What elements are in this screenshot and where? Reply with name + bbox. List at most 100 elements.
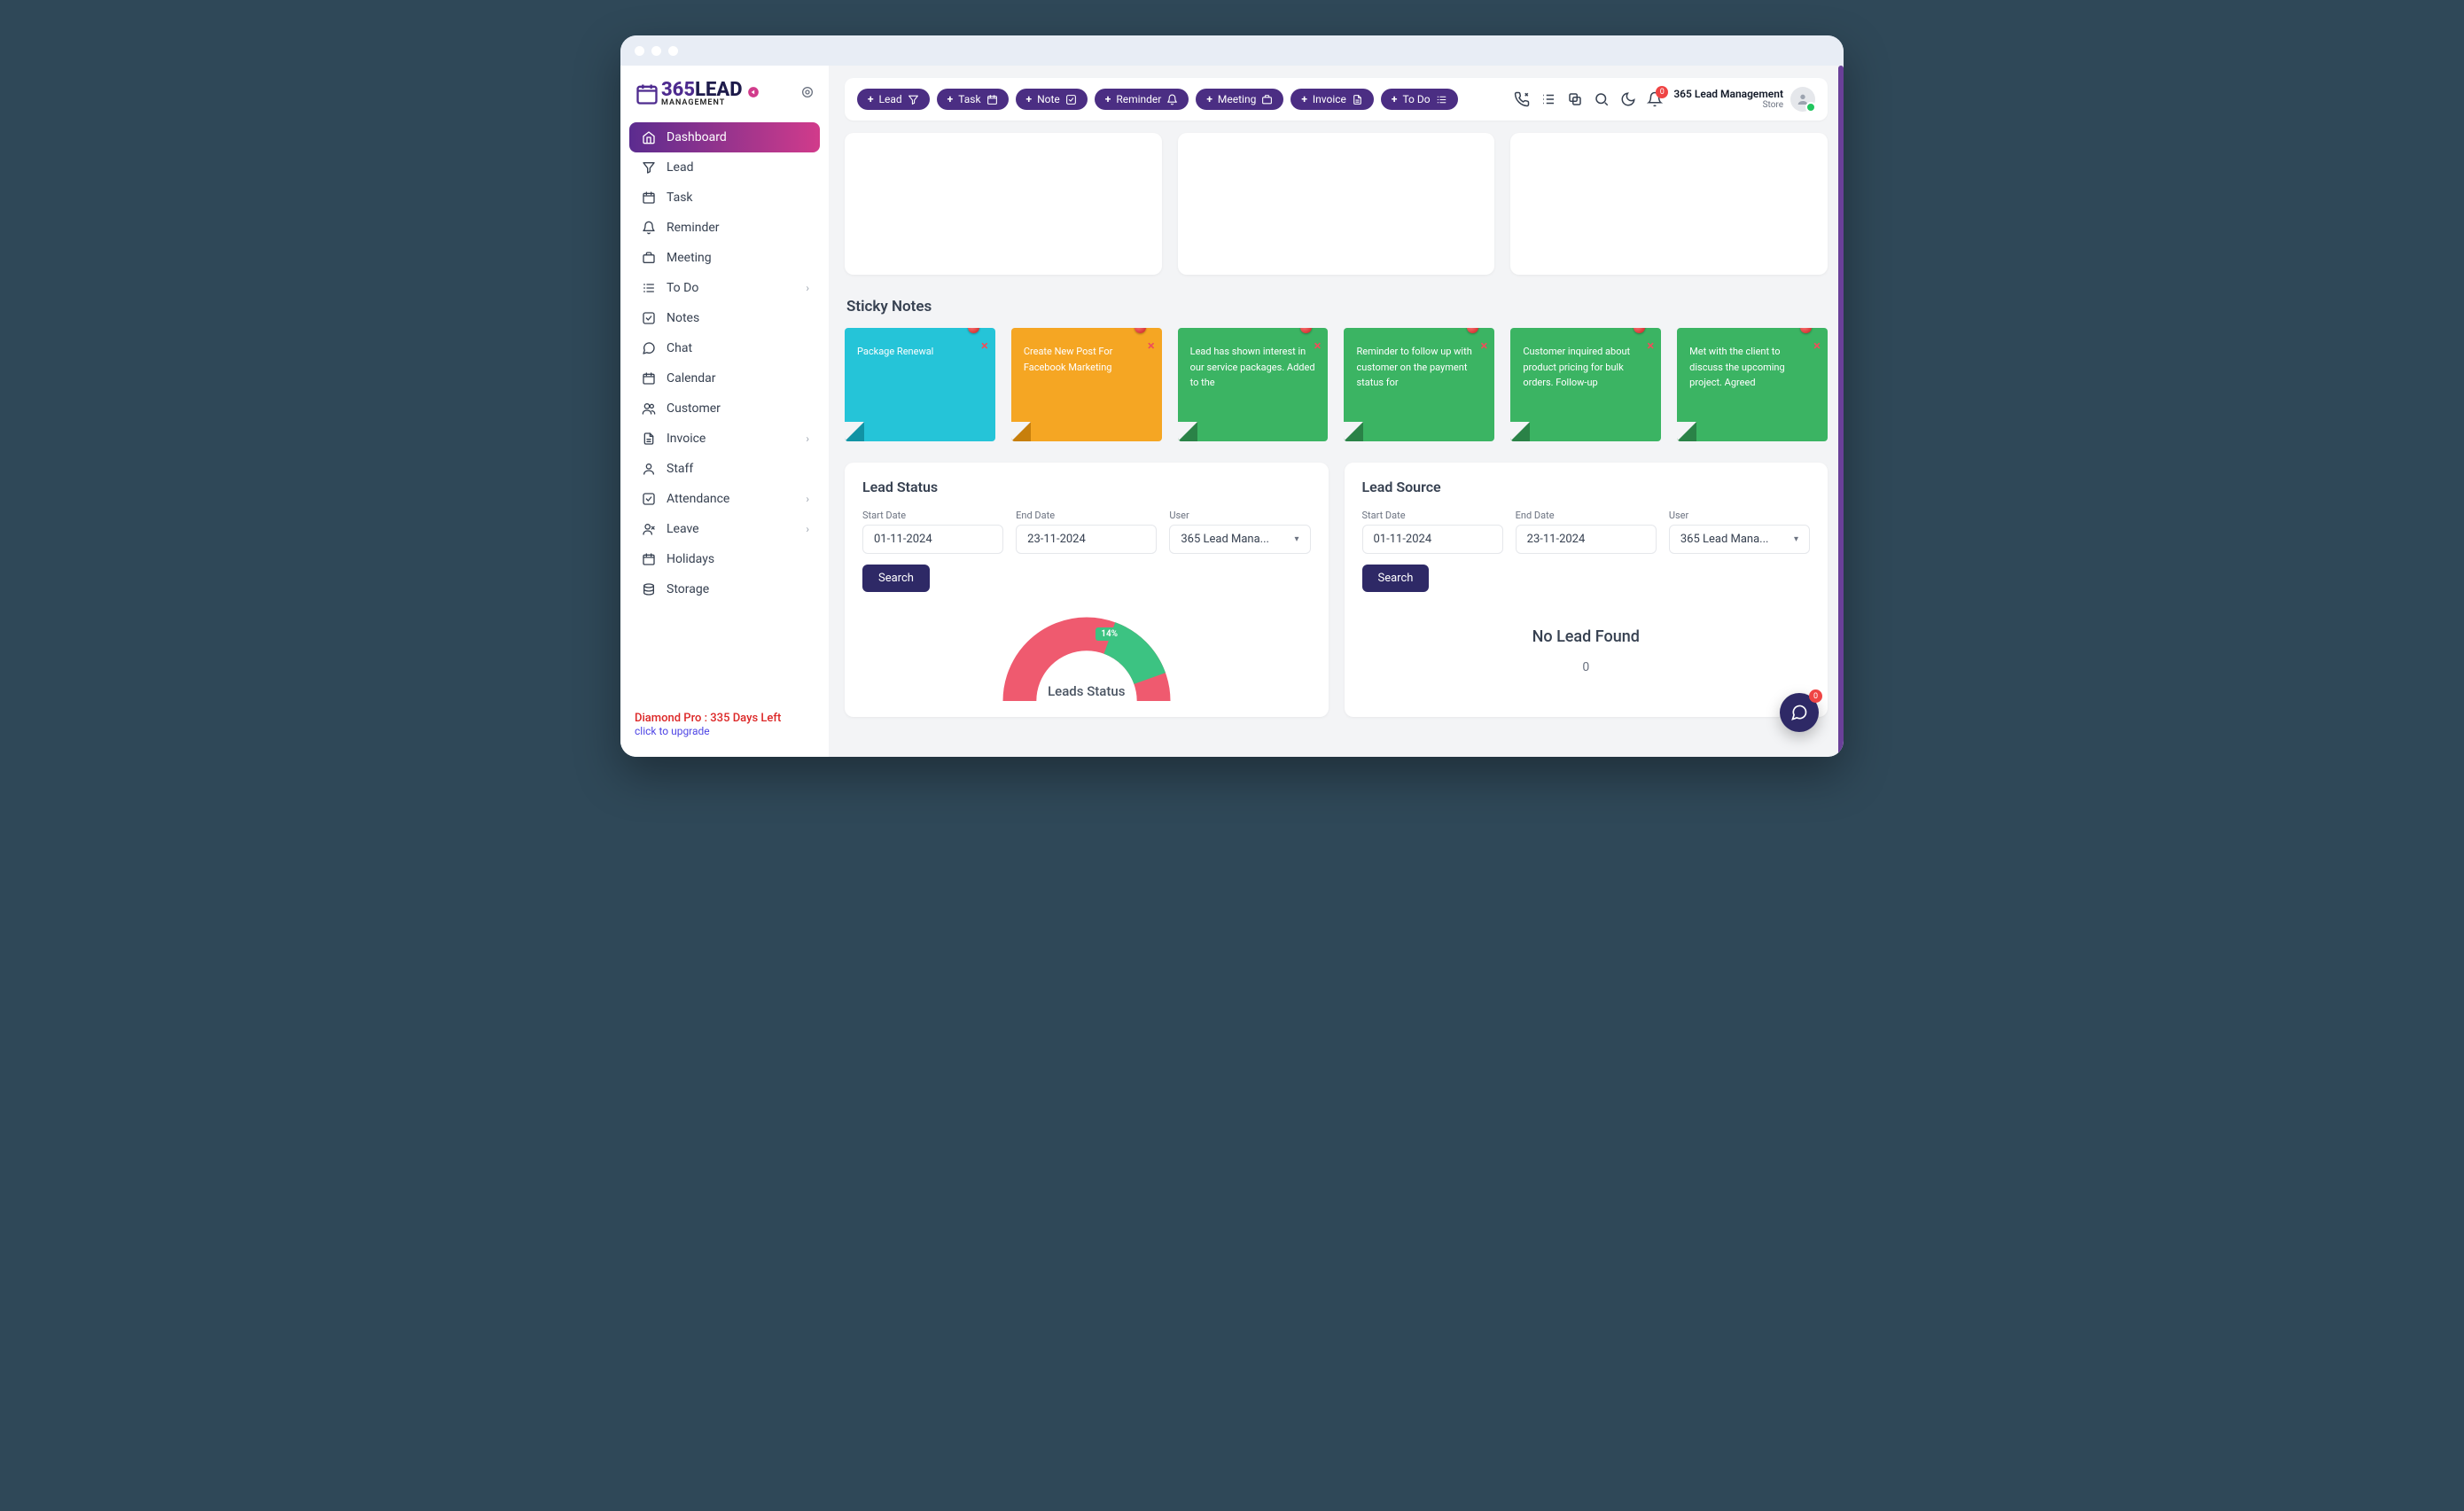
pin-icon (968, 328, 979, 333)
user-select-input[interactable]: 365 Lead Mana...▾ (1169, 525, 1310, 554)
chat-fab[interactable]: 0 (1780, 693, 1819, 732)
end-date-input[interactable]: 23-11-2024 (1516, 525, 1657, 554)
lead-status-title: Lead Status (862, 479, 1311, 495)
check-icon (642, 311, 656, 325)
copy-icon[interactable] (1567, 91, 1583, 107)
add-note-chip[interactable]: +Note (1016, 89, 1088, 110)
plus-icon: + (1392, 93, 1398, 105)
sticky-note[interactable]: ×Met with the client to discuss the upco… (1677, 328, 1828, 441)
sticky-note-text: Customer inquired about product pricing … (1523, 344, 1649, 391)
sidebar-item-staff[interactable]: Staff (629, 454, 820, 484)
donut-center-title: Leads Status (1048, 683, 1125, 699)
lead-status-filters: Start Date 01-11-2024 End Date 23-11-202… (862, 510, 1311, 554)
sidebar-item-calendar[interactable]: Calendar (629, 363, 820, 393)
user-block[interactable]: 365 Lead Management Store (1673, 87, 1815, 112)
close-icon[interactable]: × (981, 335, 988, 356)
chevron-down-icon: ▾ (1294, 534, 1298, 544)
add-reminder-chip[interactable]: +Reminder (1095, 89, 1189, 110)
main-content: +Lead +Task +Note +Reminder +Meeting +Invoice… (829, 66, 1844, 757)
window-dot (668, 46, 678, 56)
add-lead-chip[interactable]: +Lead (857, 89, 930, 110)
sticky-note[interactable]: ×Reminder to follow up with customer on … (1344, 328, 1494, 441)
chat-icon (642, 341, 656, 355)
start-date-input[interactable]: 01-11-2024 (862, 525, 1003, 554)
close-icon[interactable]: × (1314, 335, 1322, 356)
sidebar-item-to-do[interactable]: To Do› (629, 273, 820, 303)
sticky-note[interactable]: ×Customer inquired about product pricing… (1510, 328, 1661, 441)
sidebar-item-attendance[interactable]: Attendance› (629, 484, 820, 514)
close-icon[interactable]: × (1148, 335, 1155, 356)
sidebar-item-holidays[interactable]: Holidays (629, 544, 820, 574)
chevron-right-icon: › (806, 432, 809, 445)
close-icon[interactable]: × (1813, 335, 1821, 356)
user-select-input[interactable]: 365 Lead Mana...▾ (1669, 525, 1810, 554)
sidebar-item-meeting[interactable]: Meeting (629, 243, 820, 273)
quick-add-chips: +Lead +Task +Note +Reminder +Meeting +Invoice… (857, 89, 1458, 110)
add-meeting-chip[interactable]: +Meeting (1196, 89, 1283, 110)
note-fold (1510, 422, 1530, 441)
sticky-note[interactable]: ×Package Renewal (845, 328, 995, 441)
note-fold (1178, 422, 1197, 441)
sidebar-item-label: Invoice (667, 432, 706, 446)
sticky-note[interactable]: ×Lead has shown interest in our service … (1178, 328, 1329, 441)
sidebar-item-lead[interactable]: Lead (629, 152, 820, 183)
calendar-icon (642, 371, 656, 386)
sidebar-item-dashboard[interactable]: Dashboard (629, 122, 820, 152)
sticky-note[interactable]: ×Create New Post For Facebook Marketing (1011, 328, 1162, 441)
app-logo[interactable]: 365LEAD MANAGEMENT (635, 82, 760, 106)
sidebar-item-leave[interactable]: Leave› (629, 514, 820, 544)
list-icon (1436, 94, 1447, 105)
plus-icon: + (1206, 93, 1213, 105)
close-icon[interactable]: × (1480, 335, 1487, 356)
sidebar-item-label: Meeting (667, 251, 712, 265)
add-invoice-chip[interactable]: +Invoice (1290, 89, 1374, 110)
sidebar-item-label: Holidays (667, 552, 714, 566)
pin-icon (1634, 328, 1645, 333)
add-to-do-chip[interactable]: + To Do (1381, 89, 1458, 110)
user-role: Store (1673, 100, 1783, 110)
phone-missed-icon[interactable] (1514, 91, 1530, 107)
sticky-note-text: Create New Post For Facebook Marketing (1024, 344, 1150, 375)
sticky-notes-title: Sticky Notes (846, 298, 1828, 315)
moon-icon[interactable] (1620, 91, 1636, 107)
search-button[interactable]: Search (1362, 565, 1430, 592)
search-button[interactable]: Search (862, 565, 930, 592)
sticky-notes-row: ×Package Renewal×Create New Post For Fac… (845, 328, 1828, 441)
sticky-note-text: Package Renewal (857, 344, 983, 360)
chip-label: To Do (1402, 93, 1430, 105)
sidebar-item-label: Customer (667, 401, 721, 416)
sidebar-item-notes[interactable]: Notes (629, 303, 820, 333)
sidebar-item-label: Calendar (667, 371, 716, 386)
end-date-input[interactable]: 23-11-2024 (1016, 525, 1157, 554)
sidebar-item-invoice[interactable]: Invoice › (629, 424, 820, 454)
browser-titlebar (620, 35, 1844, 66)
window-dot (635, 46, 644, 56)
sidebar: 365LEAD MANAGEMENT DashboardLeadTaskRemi… (620, 66, 829, 757)
chevron-right-icon: › (806, 282, 809, 294)
bell-icon[interactable]: 0 (1647, 91, 1663, 107)
add-task-chip[interactable]: +Task (937, 89, 1009, 110)
sidebar-item-task[interactable]: Task (629, 183, 820, 213)
scrollbar-accent[interactable] (1838, 66, 1844, 757)
end-date-field: End Date 23-11-2024 (1516, 510, 1657, 554)
sidebar-item-reminder[interactable]: Reminder (629, 213, 820, 243)
sticky-note-text: Met with the client to discuss the upcom… (1689, 344, 1815, 391)
summary-card (1510, 133, 1828, 275)
upgrade-link[interactable]: click to upgrade (635, 725, 815, 737)
storage-icon (642, 582, 656, 596)
sidebar-item-customer[interactable]: Customer (629, 393, 820, 424)
end-date-label: End Date (1516, 510, 1657, 521)
funnel-icon (908, 94, 919, 105)
close-icon[interactable]: × (1647, 335, 1654, 356)
pin-icon (1135, 328, 1146, 333)
note-fold (1677, 422, 1696, 441)
plus-icon: + (1026, 93, 1033, 105)
sidebar-item-storage[interactable]: Storage (629, 574, 820, 604)
start-date-input[interactable]: 01-11-2024 (1362, 525, 1503, 554)
userx-icon (642, 522, 656, 536)
list-icon[interactable] (1540, 91, 1556, 107)
chevron-right-icon: › (806, 523, 809, 535)
target-icon[interactable] (800, 85, 815, 103)
search-icon[interactable] (1594, 91, 1610, 107)
sidebar-item-chat[interactable]: Chat (629, 333, 820, 363)
